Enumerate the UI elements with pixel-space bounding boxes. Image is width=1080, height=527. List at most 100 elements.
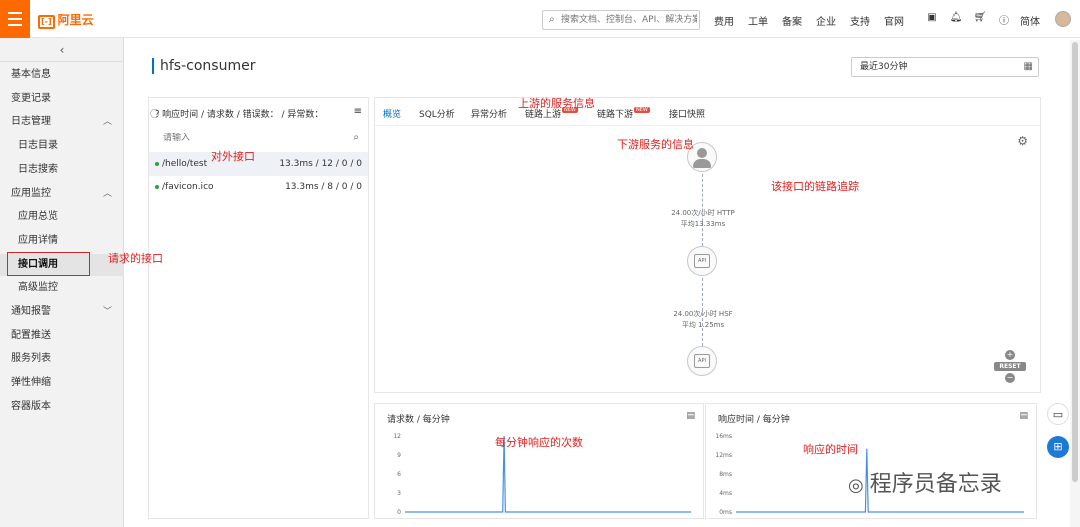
- chevron-up-icon[interactable]: ︿: [103, 183, 112, 205]
- sidebar-item-label: 日志搜索: [18, 163, 58, 175]
- sidebar-item[interactable]: 日志管理 ︿: [0, 111, 124, 133]
- annotation-trace: 该接口的链路追踪: [771, 180, 859, 193]
- cart-icon[interactable]: 🛒︎: [968, 12, 992, 27]
- nav-support[interactable]: 支持: [850, 13, 870, 28]
- api-icon: API: [694, 354, 710, 368]
- logo-text: 阿里云: [57, 13, 94, 27]
- chevron-down-icon[interactable]: ﹀: [103, 301, 112, 323]
- endpoint-list-panel: ?⃝ 响应时间 / 请求数 / 错误数： / 异常数： ≡ ⌕ /hello/t…: [148, 97, 369, 519]
- language-switch[interactable]: 简体: [1020, 13, 1040, 28]
- endpoint-list-header: ?⃝ 响应时间 / 请求数 / 错误数： / 异常数：: [155, 107, 323, 120]
- tab-label: 链路下游: [597, 110, 634, 120]
- sidebar-item[interactable]: 弹性伸缩: [0, 372, 124, 394]
- scrollbar-thumb[interactable]: [1072, 42, 1078, 482]
- sidebar-item-label: 配置推送: [11, 329, 51, 341]
- terminal-icon[interactable]: ▣: [920, 12, 944, 27]
- sidebar-item[interactable]: 日志搜索: [0, 159, 124, 181]
- tab-label: 异常分析: [471, 110, 508, 120]
- tab-sql-analysis[interactable]: SQL分析: [419, 107, 455, 120]
- sidebar-item-label: 应用总览: [18, 211, 58, 223]
- sidebar-item[interactable]: 应用详情: [0, 230, 124, 252]
- sidebar-item[interactable]: 通知报警 ﹀: [0, 301, 124, 323]
- user-icon-body: [693, 159, 711, 168]
- api-node[interactable]: API: [687, 246, 717, 276]
- sidebar-collapse-button[interactable]: ‹: [0, 38, 124, 62]
- search-icon[interactable]: ⌕: [353, 132, 359, 143]
- avatar[interactable]: [1055, 11, 1071, 27]
- nav-enterprise[interactable]: 企业: [816, 13, 836, 28]
- zoom-out-button[interactable]: −: [1005, 373, 1015, 383]
- chart-menu-icon[interactable]: ▤: [686, 411, 695, 421]
- chart-menu-icon[interactable]: ▤: [1019, 411, 1028, 421]
- top-icons: ▣ 🔔︎ 🛒︎ ⓘ: [920, 12, 1016, 27]
- endpoint-row[interactable]: /favicon.ico 13.3ms / 8 / 0 / 0: [149, 175, 368, 199]
- feedback-button[interactable]: ▭: [1047, 403, 1069, 425]
- tab-trace-downstream[interactable]: 链路下游 NEW: [597, 107, 650, 120]
- endpoint-row[interactable]: /hello/test 13.3ms / 12 / 0 / 0: [149, 152, 368, 176]
- zoom-in-button[interactable]: +: [1005, 350, 1015, 360]
- wechat-icon: ◎: [848, 475, 864, 496]
- endpoint-stats: 13.3ms / 12 / 0 / 0: [279, 159, 362, 169]
- time-range-select[interactable]: 最近30分钟 ▦: [851, 57, 1039, 77]
- sidebar-item-label: 应用详情: [18, 234, 58, 246]
- reset-button[interactable]: RESET: [994, 362, 1026, 371]
- nav-ticket[interactable]: 工单: [748, 13, 768, 28]
- y-tick-label: 0ms: [719, 509, 732, 516]
- gear-icon[interactable]: ⚙: [1017, 134, 1028, 148]
- sidebar: ‹ 基本信息 变更记录 日志管理 ︿ 日志目录 日志搜索 应用监控 ︿ 应用总览 应用详情 接口调用…: [0, 38, 124, 527]
- tab-label: 接口快照: [669, 110, 706, 120]
- sidebar-item[interactable]: 应用监控 ︿: [0, 183, 124, 205]
- sidebar-item-label: 日志管理: [11, 116, 51, 128]
- chart-title: 响应时间 / 每分钟: [718, 415, 790, 425]
- endpoint-path: /favicon.ico: [162, 182, 214, 192]
- sidebar-item[interactable]: 变更记录: [0, 88, 124, 110]
- bell-icon[interactable]: 🔔︎: [944, 12, 968, 27]
- sidebar-item-label: 高级监控: [18, 282, 58, 294]
- sidebar-item[interactable]: 容器版本: [0, 396, 124, 418]
- hamburger-menu-button[interactable]: [0, 0, 30, 38]
- y-tick-label: 12ms: [715, 452, 732, 459]
- y-tick-label: 12: [393, 433, 401, 440]
- sidebar-item[interactable]: 日志目录: [0, 135, 124, 157]
- annotation-response-time: 响应的时间: [803, 443, 858, 456]
- chat-icon: ▭: [1052, 408, 1064, 421]
- scrollbar[interactable]: [1070, 40, 1080, 527]
- chart-title: 请求数 / 每分钟: [387, 415, 450, 425]
- tab-api-snapshot[interactable]: 接口快照: [669, 107, 705, 120]
- nav-billing[interactable]: 费用: [714, 13, 734, 28]
- logo[interactable]: [-] 阿里云: [38, 11, 94, 29]
- apps-button[interactable]: ⊞: [1047, 436, 1069, 458]
- y-tick-label: 0: [397, 509, 401, 516]
- tab-label: 概览: [383, 110, 402, 120]
- sidebar-item[interactable]: 应用总览: [0, 206, 124, 228]
- sidebar-item[interactable]: 配置推送: [0, 325, 124, 347]
- sidebar-item[interactable]: 服务列表: [0, 348, 124, 370]
- sidebar-item[interactable]: 基本信息: [0, 64, 124, 86]
- endpoint-stats: 13.3ms / 8 / 0 / 0: [285, 182, 362, 192]
- grid-icon: ⊞: [1053, 440, 1063, 453]
- sort-menu-icon[interactable]: ≡: [354, 106, 362, 117]
- nav-icp[interactable]: 备案: [782, 13, 802, 28]
- global-search-input[interactable]: [561, 12, 697, 28]
- logo-icon: [-]: [38, 15, 55, 29]
- global-search[interactable]: ⌕: [542, 10, 700, 30]
- tab-exception-analysis[interactable]: 异常分析: [471, 107, 507, 120]
- endpoint-search-input[interactable]: [163, 133, 343, 143]
- help-icon[interactable]: ⓘ: [992, 12, 1016, 27]
- annotation-external-api: 对外接口: [211, 150, 255, 163]
- endpoint-search[interactable]: ⌕: [163, 132, 365, 150]
- chevron-left-icon: ‹: [59, 43, 65, 57]
- nav-official-site[interactable]: 官网: [884, 13, 904, 28]
- tab-overview[interactable]: 概览: [383, 107, 401, 120]
- watermark: ◎ 程序员备忘录: [848, 466, 1002, 498]
- sidebar-item[interactable]: 高级监控: [0, 277, 124, 299]
- edge-label-hsf: 24.00次/小时 HSF 平均 1.25ms: [645, 309, 761, 331]
- help-circle-icon[interactable]: ?⃝: [155, 110, 159, 120]
- edge-label-http: 24.00次/小时 HTTP 平均13.33ms: [645, 208, 761, 230]
- endpoint-list-columns: 响应时间 / 请求数 / 错误数： / 异常数：: [162, 110, 324, 120]
- page-title: hfs-consumer: [152, 58, 255, 74]
- api-node-downstream[interactable]: API: [687, 346, 717, 376]
- chevron-up-icon[interactable]: ︿: [103, 111, 112, 133]
- annotation-box: [7, 252, 90, 276]
- y-tick-label: 3: [397, 490, 401, 497]
